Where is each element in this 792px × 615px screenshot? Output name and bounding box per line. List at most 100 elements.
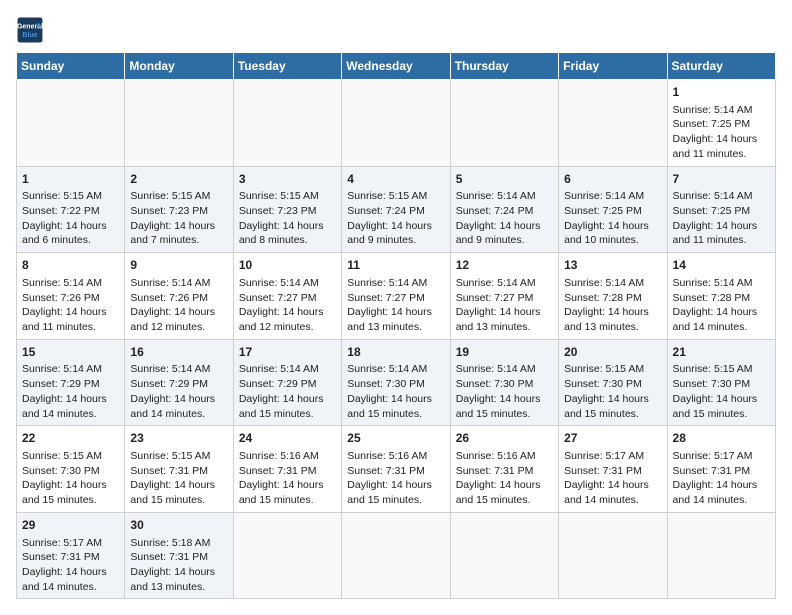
sunset-text: Sunset: 7:24 PM [456,204,553,219]
sunrise-text: Sunrise: 5:14 AM [456,276,553,291]
day-number: 1 [673,84,770,101]
daylight-text: Daylight: 14 hours and 15 minutes. [347,478,444,507]
calendar-cell: 30Sunrise: 5:18 AMSunset: 7:31 PMDayligh… [125,512,233,599]
sunset-text: Sunset: 7:30 PM [22,464,119,479]
daylight-text: Daylight: 14 hours and 9 minutes. [456,219,553,248]
daylight-text: Daylight: 14 hours and 10 minutes. [564,219,661,248]
day-number: 26 [456,430,553,447]
header-row: SundayMondayTuesdayWednesdayThursdayFrid… [17,53,776,80]
daylight-text: Daylight: 14 hours and 11 minutes. [673,219,770,248]
sunset-text: Sunset: 7:30 PM [673,377,770,392]
column-header-tuesday: Tuesday [233,53,341,80]
day-number: 9 [130,257,227,274]
calendar-cell: 15Sunrise: 5:14 AMSunset: 7:29 PMDayligh… [17,339,125,426]
calendar-cell: 23Sunrise: 5:15 AMSunset: 7:31 PMDayligh… [125,426,233,513]
day-number: 22 [22,430,119,447]
sunrise-text: Sunrise: 5:16 AM [347,449,444,464]
sunset-text: Sunset: 7:30 PM [564,377,661,392]
sunset-text: Sunset: 7:30 PM [347,377,444,392]
calendar-table: SundayMondayTuesdayWednesdayThursdayFrid… [16,52,776,599]
daylight-text: Daylight: 14 hours and 15 minutes. [673,392,770,421]
sunrise-text: Sunrise: 5:15 AM [673,362,770,377]
day-number: 1 [22,171,119,188]
sunrise-text: Sunrise: 5:14 AM [456,362,553,377]
calendar-cell [559,80,667,167]
day-number: 23 [130,430,227,447]
sunset-text: Sunset: 7:31 PM [564,464,661,479]
sunset-text: Sunset: 7:23 PM [130,204,227,219]
sunrise-text: Sunrise: 5:14 AM [564,189,661,204]
sunrise-text: Sunrise: 5:14 AM [564,276,661,291]
daylight-text: Daylight: 14 hours and 14 minutes. [673,305,770,334]
calendar-cell: 24Sunrise: 5:16 AMSunset: 7:31 PMDayligh… [233,426,341,513]
daylight-text: Daylight: 14 hours and 11 minutes. [673,132,770,161]
daylight-text: Daylight: 14 hours and 15 minutes. [456,478,553,507]
day-number: 14 [673,257,770,274]
logo: General Blue [16,16,44,44]
calendar-cell: 26Sunrise: 5:16 AMSunset: 7:31 PMDayligh… [450,426,558,513]
sunset-text: Sunset: 7:28 PM [564,291,661,306]
calendar-cell: 1Sunrise: 5:14 AMSunset: 7:25 PMDaylight… [667,80,775,167]
sunrise-text: Sunrise: 5:17 AM [673,449,770,464]
daylight-text: Daylight: 14 hours and 13 minutes. [456,305,553,334]
sunset-text: Sunset: 7:30 PM [456,377,553,392]
calendar-cell [233,80,341,167]
calendar-cell: 11Sunrise: 5:14 AMSunset: 7:27 PMDayligh… [342,253,450,340]
calendar-cell: 14Sunrise: 5:14 AMSunset: 7:28 PMDayligh… [667,253,775,340]
calendar-cell: 4Sunrise: 5:15 AMSunset: 7:24 PMDaylight… [342,166,450,253]
sunset-text: Sunset: 7:31 PM [130,550,227,565]
sunset-text: Sunset: 7:28 PM [673,291,770,306]
day-number: 3 [239,171,336,188]
svg-text:Blue: Blue [22,32,37,39]
page-header: General Blue [16,16,776,44]
sunset-text: Sunset: 7:27 PM [456,291,553,306]
sunrise-text: Sunrise: 5:14 AM [22,276,119,291]
sunset-text: Sunset: 7:26 PM [22,291,119,306]
daylight-text: Daylight: 14 hours and 15 minutes. [564,392,661,421]
sunset-text: Sunset: 7:31 PM [22,550,119,565]
calendar-cell: 29Sunrise: 5:17 AMSunset: 7:31 PMDayligh… [17,512,125,599]
calendar-cell: 6Sunrise: 5:14 AMSunset: 7:25 PMDaylight… [559,166,667,253]
calendar-cell: 2Sunrise: 5:15 AMSunset: 7:23 PMDaylight… [125,166,233,253]
logo-icon: General Blue [16,16,44,44]
daylight-text: Daylight: 14 hours and 15 minutes. [239,478,336,507]
day-number: 28 [673,430,770,447]
sunset-text: Sunset: 7:25 PM [673,117,770,132]
calendar-week-2: 8Sunrise: 5:14 AMSunset: 7:26 PMDaylight… [17,253,776,340]
calendar-cell: 10Sunrise: 5:14 AMSunset: 7:27 PMDayligh… [233,253,341,340]
sunrise-text: Sunrise: 5:15 AM [130,189,227,204]
daylight-text: Daylight: 14 hours and 13 minutes. [564,305,661,334]
sunrise-text: Sunrise: 5:18 AM [130,536,227,551]
sunrise-text: Sunrise: 5:15 AM [564,362,661,377]
daylight-text: Daylight: 14 hours and 7 minutes. [130,219,227,248]
calendar-cell [667,512,775,599]
calendar-cell [342,80,450,167]
daylight-text: Daylight: 14 hours and 11 minutes. [22,305,119,334]
column-header-friday: Friday [559,53,667,80]
column-header-saturday: Saturday [667,53,775,80]
sunset-text: Sunset: 7:27 PM [239,291,336,306]
column-header-sunday: Sunday [17,53,125,80]
day-number: 18 [347,344,444,361]
calendar-cell [17,80,125,167]
day-number: 21 [673,344,770,361]
sunset-text: Sunset: 7:25 PM [673,204,770,219]
day-number: 24 [239,430,336,447]
sunset-text: Sunset: 7:24 PM [347,204,444,219]
day-number: 27 [564,430,661,447]
daylight-text: Daylight: 14 hours and 15 minutes. [239,392,336,421]
sunset-text: Sunset: 7:31 PM [673,464,770,479]
sunset-text: Sunset: 7:22 PM [22,204,119,219]
calendar-cell [559,512,667,599]
day-number: 6 [564,171,661,188]
calendar-cell: 5Sunrise: 5:14 AMSunset: 7:24 PMDaylight… [450,166,558,253]
calendar-cell: 7Sunrise: 5:14 AMSunset: 7:25 PMDaylight… [667,166,775,253]
calendar-cell: 21Sunrise: 5:15 AMSunset: 7:30 PMDayligh… [667,339,775,426]
daylight-text: Daylight: 14 hours and 14 minutes. [564,478,661,507]
column-header-monday: Monday [125,53,233,80]
sunset-text: Sunset: 7:31 PM [456,464,553,479]
calendar-cell: 16Sunrise: 5:14 AMSunset: 7:29 PMDayligh… [125,339,233,426]
sunrise-text: Sunrise: 5:15 AM [22,449,119,464]
calendar-week-4: 22 Sunrise: 5:15 AMSunset: 7:30 PM Dayligh… [17,426,776,513]
sunset-text: Sunset: 7:29 PM [239,377,336,392]
